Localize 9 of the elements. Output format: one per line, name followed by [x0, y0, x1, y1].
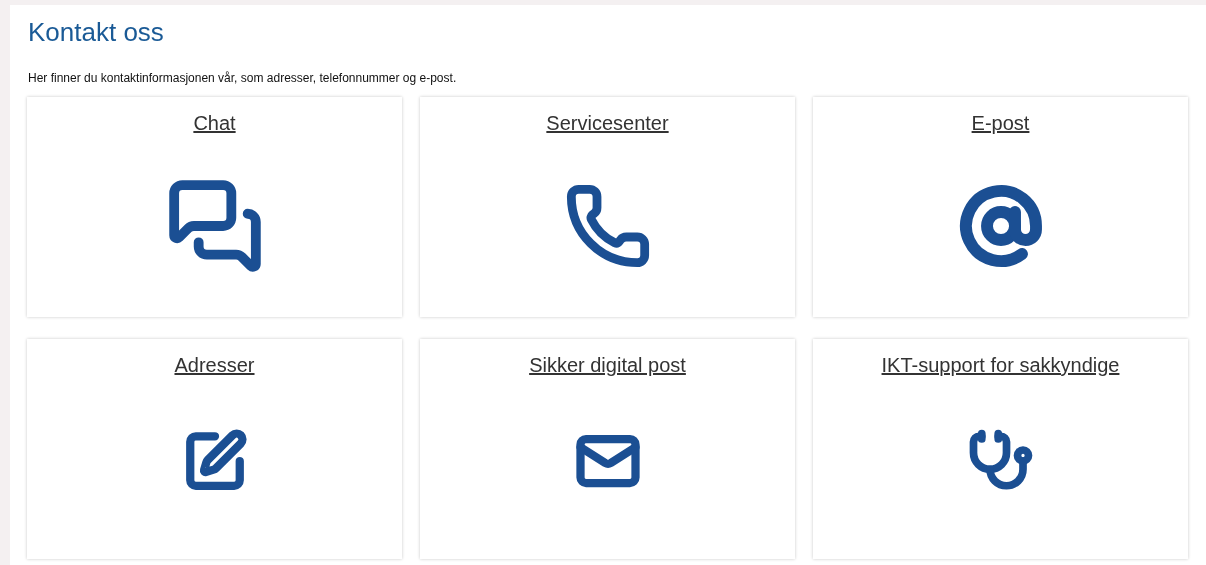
card-title-link[interactable]: Servicesenter — [546, 111, 669, 135]
card-title-link[interactable]: Adresser — [174, 353, 255, 377]
at-sign-icon — [958, 184, 1043, 268]
card-title-link[interactable]: Sikker digital post — [529, 353, 686, 377]
card-title-link[interactable]: E-post — [971, 111, 1030, 135]
card-title-link[interactable]: IKT-support for sakkyndige — [881, 353, 1120, 377]
page-title: Kontakt oss — [28, 17, 165, 47]
card-title-link[interactable]: Chat — [193, 111, 236, 135]
intro-text: Her finner du kontaktinformasjonen vår, som adresser, telefonnummer og e-post. — [28, 71, 458, 86]
